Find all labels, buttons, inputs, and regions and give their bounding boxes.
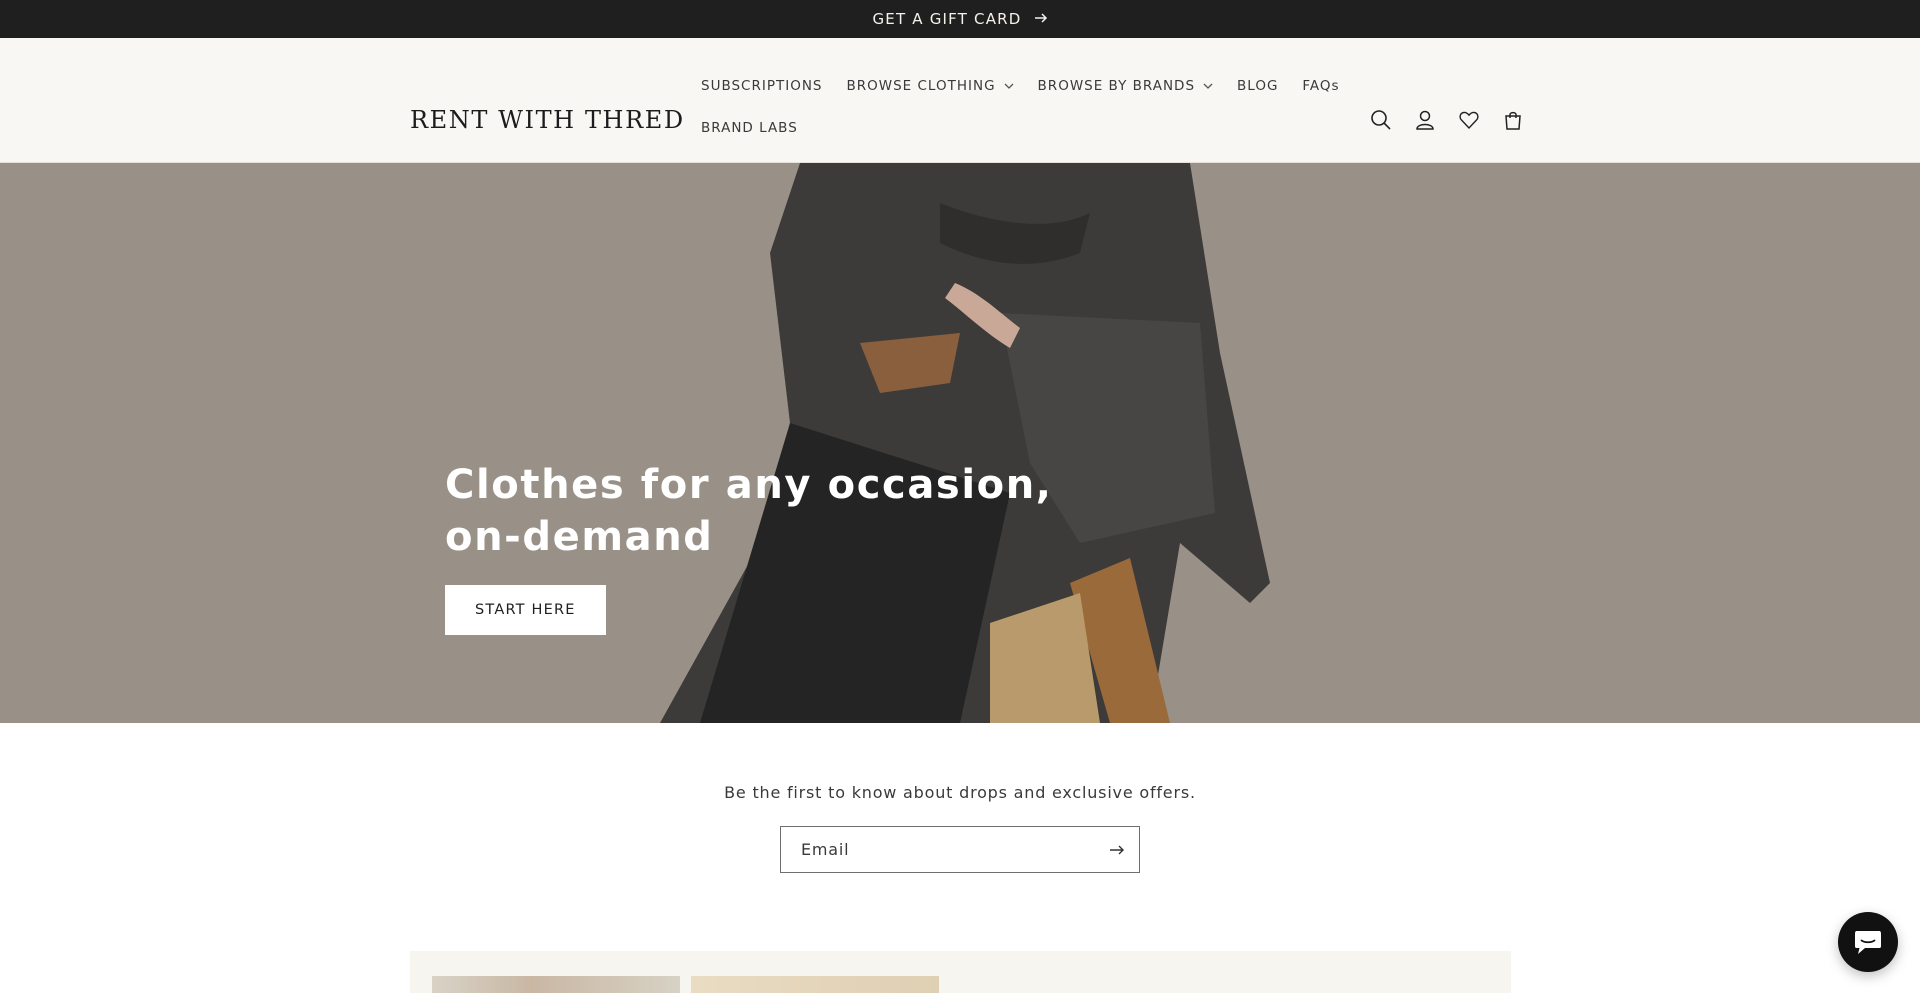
nav-item-label: BROWSE BY BRANDS [1037, 78, 1196, 94]
hero-title: Clothes for any occasion, on-demand [445, 462, 1053, 560]
nav-item-faqs[interactable]: FAQs [1290, 78, 1351, 94]
nav-item-label: BRAND LABS [701, 120, 798, 136]
hero-banner: Clothes for any occasion, on-demand STAR… [0, 163, 1920, 723]
nav-item-label: BROWSE CLOTHING [846, 78, 996, 94]
announcement-bar[interactable]: GET A GIFT CARD [0, 0, 1920, 38]
newsletter-form [780, 826, 1140, 873]
email-input[interactable] [781, 827, 1139, 872]
featured-section [410, 951, 1511, 993]
start-here-button[interactable]: START HERE [445, 585, 606, 635]
nav-item-label: FAQs [1302, 78, 1340, 94]
nav-item-label: BLOG [1237, 78, 1279, 94]
account-icon[interactable] [1412, 107, 1438, 133]
featured-image[interactable] [432, 976, 680, 993]
hero-content: Clothes for any occasion, on-demand STAR… [445, 459, 1065, 635]
chevron-down-icon [1004, 81, 1014, 92]
newsletter-text: Be the first to know about drops and exc… [724, 783, 1196, 802]
chevron-down-icon [1203, 81, 1213, 92]
nav-item-label: SUBSCRIPTIONS [701, 78, 823, 94]
site-header: RENT WITH THRED SUBSCRIPTIONS BROWSE CLO… [0, 38, 1920, 163]
arrow-right-icon [1034, 10, 1048, 28]
chat-bubble-icon[interactable] [1838, 912, 1898, 972]
newsletter-section: Be the first to know about drops and exc… [0, 723, 1920, 873]
nav-item-browse-clothing[interactable]: BROWSE CLOTHING [835, 78, 1026, 94]
site-logo[interactable]: RENT WITH THRED [410, 106, 685, 134]
nav-item-brand-labs[interactable]: BRAND LABS [689, 120, 810, 136]
arrow-right-icon[interactable] [1105, 838, 1129, 862]
announcement-text[interactable]: GET A GIFT CARD [872, 10, 1021, 28]
nav-item-browse-by-brands[interactable]: BROWSE BY BRANDS [1026, 78, 1225, 94]
main-nav: SUBSCRIPTIONS BROWSE CLOTHING BROWSE BY … [689, 65, 1339, 149]
header-icons [1368, 107, 1526, 133]
wishlist-heart-icon[interactable] [1456, 107, 1482, 133]
featured-image[interactable] [691, 976, 939, 993]
hero-image [0, 163, 1920, 723]
nav-item-blog[interactable]: BLOG [1225, 78, 1290, 94]
cart-icon[interactable] [1500, 107, 1526, 133]
search-icon[interactable] [1368, 107, 1394, 133]
nav-item-subscriptions[interactable]: SUBSCRIPTIONS [689, 78, 835, 94]
